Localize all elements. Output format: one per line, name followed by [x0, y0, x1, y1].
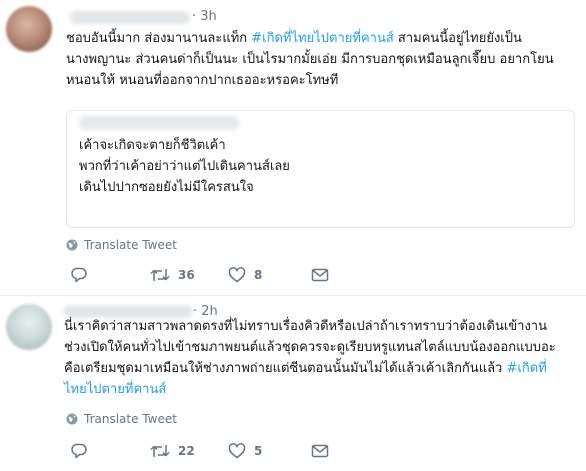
direct-message-button[interactable]	[311, 442, 329, 460]
tweet-text-line: นางพญานะ ส่วนคนด่าก็เป็นนะ เป็นไรมากมั้ย…	[66, 52, 554, 67]
like-count: 8	[254, 268, 263, 282]
avatar[interactable]	[6, 304, 52, 350]
tweet-text-line: ช่วงเปิดให้คนทั่วไปเข้าชมภาพยนต์แล้วชุดค…	[64, 340, 556, 355]
quoted-author-redacted	[79, 116, 239, 130]
retweet-button[interactable]: 36	[150, 266, 195, 284]
direct-message-button[interactable]	[311, 266, 329, 284]
translate-label: Translate Tweet	[84, 412, 177, 426]
retweet-count: 22	[178, 444, 195, 458]
globe-icon	[66, 413, 78, 425]
tweet-actions: 22 5	[0, 442, 586, 462]
reply-button[interactable]	[70, 442, 88, 460]
hashtag-link[interactable]: #เกิดที่	[506, 361, 546, 376]
tweet-text-segment: ชอบอันนี้มาก ส่องมานานละแท็ก	[66, 31, 252, 46]
quoted-tweet-text: เค้าจะเกิดจะตายก็ชีวิตเค้า พวกที่ว่าเค้า…	[79, 135, 290, 198]
quoted-text-line: เค้าจะเกิดจะตายก็ชีวิตเค้า	[79, 138, 226, 153]
retweet-icon	[150, 269, 170, 281]
avatar[interactable]	[6, 6, 52, 52]
heart-icon	[228, 443, 246, 459]
tweet-text-segment: คือเตรียมชุดมาเหมือนให้ช่างภาพถ่ายแต่ซีน…	[64, 361, 507, 376]
tweet-timestamp[interactable]: · 3h	[192, 9, 217, 24]
author-name-redacted[interactable]	[70, 11, 190, 24]
mail-icon	[311, 268, 329, 282]
tweet-text-line: นี่เราคิดว่าสามสาวพลาดตรงที่ไม่ทราบเรื่อ…	[64, 319, 547, 334]
like-count: 5	[254, 444, 263, 458]
tweet-text: นี่เราคิดว่าสามสาวพลาดตรงที่ไม่ทราบเรื่อ…	[64, 316, 556, 400]
retweet-button[interactable]: 22	[150, 442, 195, 460]
hashtag-link[interactable]: #เกิดที่ไทยไปตายที่คานส์	[251, 31, 393, 46]
translate-tweet-link[interactable]: Translate Tweet	[66, 238, 177, 252]
tweet-text: ชอบอันนี้มาก ส่องมานานละแท็ก #เกิดที่ไทย…	[66, 28, 554, 91]
like-button[interactable]: 8	[228, 266, 262, 284]
globe-icon	[66, 239, 78, 251]
translate-tweet-link[interactable]: Translate Tweet	[66, 412, 177, 426]
retweet-icon	[150, 445, 170, 457]
tweet[interactable]: · 2h นี่เราคิดว่าสามสาวพลาดตรงที่ไม่ทราบ…	[0, 296, 586, 471]
mail-icon	[311, 444, 329, 458]
reply-button[interactable]	[70, 266, 88, 284]
retweet-count: 36	[178, 268, 195, 282]
tweet-text-segment: สามคนนี้อยู่ไทยยังเป็น	[393, 31, 522, 46]
tweet-text-line: หนอนให้ หนอนที่ออกจากปากเธออะหรอคะโทษที	[66, 73, 339, 88]
quoted-text-line: เดินไปปากซอยยังไม่มีใครสนใจ	[79, 180, 254, 195]
reply-icon	[71, 267, 87, 283]
quoted-tweet[interactable]: เค้าจะเกิดจะตายก็ชีวิตเค้า พวกที่ว่าเค้า…	[66, 110, 575, 228]
heart-icon	[228, 267, 246, 283]
tweet-actions: 36 8	[0, 266, 586, 286]
tweet[interactable]: · 3h ชอบอันนี้มาก ส่องมานานละแท็ก #เกิดท…	[0, 0, 586, 296]
like-button[interactable]: 5	[228, 442, 262, 460]
hashtag-link[interactable]: ไทยไปตายที่คานส์	[64, 379, 556, 400]
translate-label: Translate Tweet	[84, 238, 177, 252]
reply-icon	[71, 443, 87, 459]
quoted-text-line: พวกที่ว่าเค้าอย่าว่าแต่ไปเดินคานส์เลย	[79, 159, 290, 174]
